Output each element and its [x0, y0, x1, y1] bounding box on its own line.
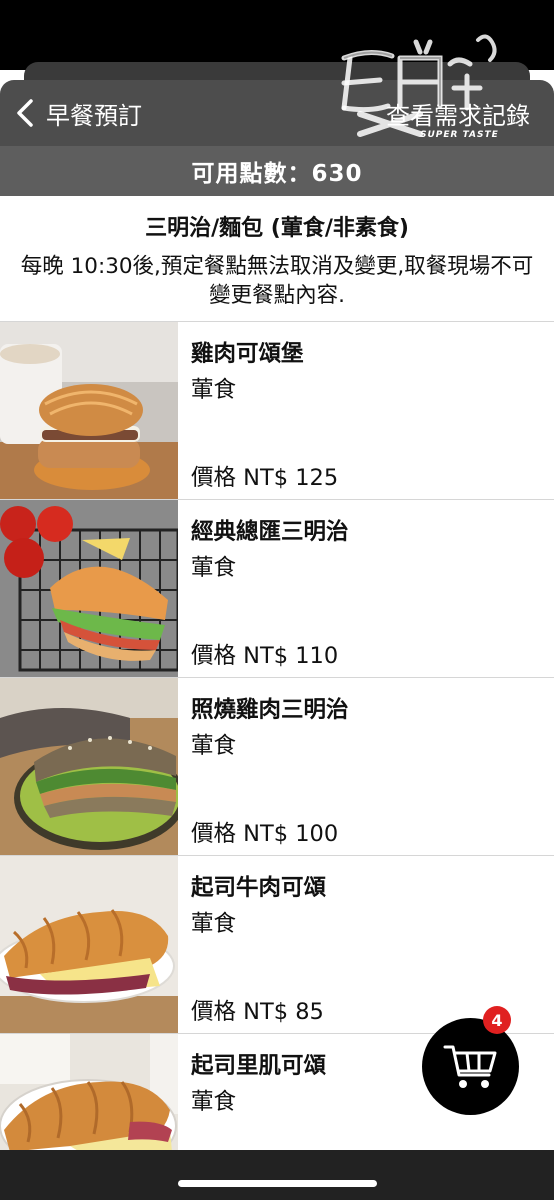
cart-count-badge: 4 — [483, 1006, 511, 1034]
food-image — [0, 322, 178, 499]
item-type: 葷食 — [191, 733, 237, 759]
header: 早餐預訂 查看需求記錄 — [0, 80, 554, 146]
menu-item-teriyaki-chicken-sandwich[interactable]: 照燒雞肉三明治 葷食 價格 NT$ 100 — [0, 678, 554, 856]
menu-item-chicken-croissant-burger[interactable]: 雞肉可頌堡 葷食 價格 NT$ 125 — [0, 322, 554, 500]
item-price: 價格 NT$ 125 — [191, 465, 339, 491]
view-history-link[interactable]: 查看需求記錄 — [386, 96, 530, 131]
menu-item-club-sandwich[interactable]: 經典總匯三明治 葷食 價格 NT$ 110 — [0, 500, 554, 678]
header-shadow — [24, 62, 530, 82]
status-bar — [0, 0, 554, 70]
item-type: 葷食 — [191, 1089, 237, 1115]
category-title: 三明治/麵包 (葷食/非素食) — [145, 216, 409, 241]
home-indicator[interactable] — [178, 1180, 377, 1187]
item-name: 雞肉可頌堡 — [191, 341, 304, 367]
food-image — [0, 678, 178, 855]
menu-item-cheese-beef-croissant[interactable]: 起司牛肉可頌 葷食 價格 NT$ 85 — [0, 856, 554, 1034]
item-type: 葷食 — [191, 911, 237, 937]
category-note: 每晚 10:30後,預定餐點無法取消及變更,取餐現場不可變更餐點內容. — [20, 254, 534, 308]
item-type: 葷食 — [191, 555, 237, 581]
item-price: 價格 NT$ 100 — [191, 821, 339, 847]
item-type: 葷食 — [191, 377, 237, 403]
item-name: 起司里肌可頌 — [191, 1053, 327, 1079]
cart-button[interactable] — [422, 1018, 519, 1115]
bottom-bar — [0, 1150, 554, 1200]
back-label: 早餐預訂 — [46, 101, 142, 130]
food-image — [0, 856, 178, 1033]
item-name: 照燒雞肉三明治 — [191, 697, 349, 723]
points-bar: 可用點數：630 — [0, 146, 554, 196]
item-price: 價格 NT$ 85 — [191, 999, 324, 1025]
item-name: 起司牛肉可頌 — [191, 875, 327, 901]
category-section: 三明治/麵包 (葷食/非素食) 每晚 10:30後,預定餐點無法取消及變更,取餐… — [0, 196, 554, 322]
food-image — [0, 500, 178, 677]
item-name: 經典總匯三明治 — [191, 519, 349, 545]
back-button[interactable]: 早餐預訂 — [14, 92, 142, 134]
chevron-left-icon — [17, 99, 33, 127]
item-price: 價格 NT$ 110 — [191, 643, 339, 669]
cart-icon — [443, 1045, 496, 1088]
available-points: 可用點數：630 — [191, 161, 363, 187]
